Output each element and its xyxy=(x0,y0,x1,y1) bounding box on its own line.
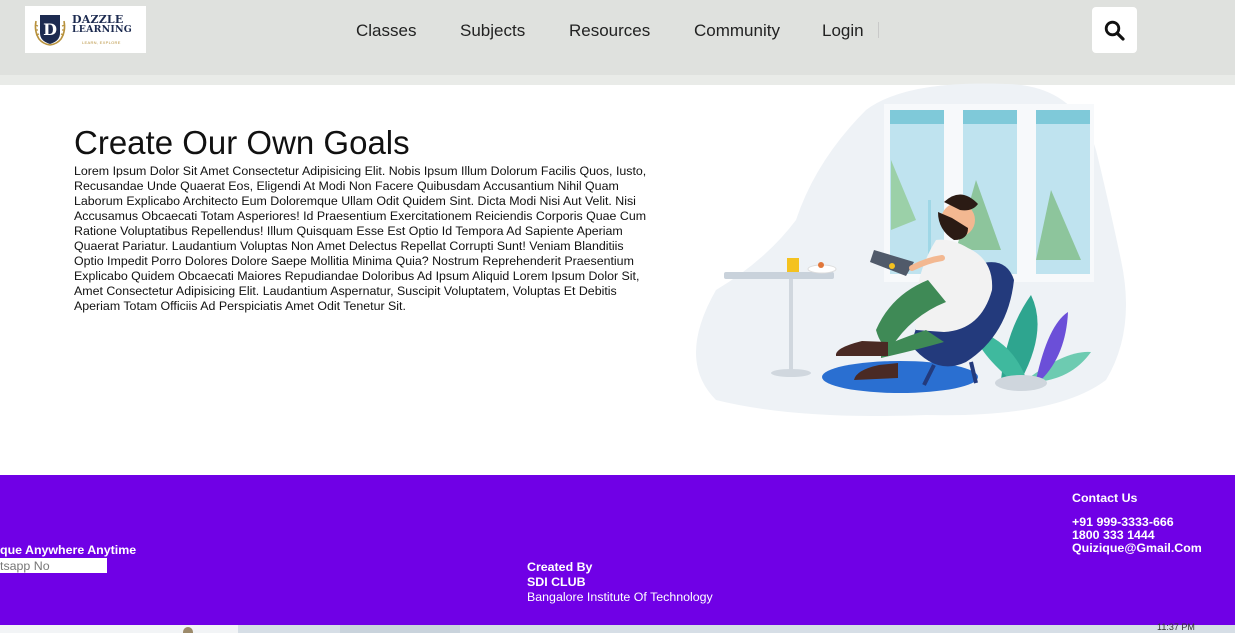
taskbar-search-area[interactable] xyxy=(0,625,238,633)
nav-divider xyxy=(878,22,879,38)
institute-name: Bangalore Institute Of Technology xyxy=(527,590,713,604)
top-navbar: D DAZZLE LEARNING LEARN, EXPLORE Classes… xyxy=(0,0,1235,75)
taskbar-app-group[interactable] xyxy=(340,625,460,633)
nav-classes[interactable]: Classes xyxy=(356,21,416,41)
footer-contact: Contact Us +91 999-3333-666 1800 333 144… xyxy=(1072,492,1202,555)
page: D DAZZLE LEARNING LEARN, EXPLORE Classes… xyxy=(0,0,1235,633)
nav-subjects[interactable]: Subjects xyxy=(460,21,525,41)
nav-resources[interactable]: Resources xyxy=(569,21,650,41)
contact-heading: Contact Us xyxy=(1072,491,1138,505)
search-icon xyxy=(1104,20,1125,41)
site-footer: que Anywhere Anytime Created By SDI CLUB… xyxy=(0,475,1235,625)
search-button[interactable] xyxy=(1092,7,1137,53)
contact-email[interactable]: Quizique@Gmail.Com xyxy=(1072,542,1202,555)
taskbar-app-icon[interactable] xyxy=(183,627,193,633)
site-logo[interactable]: D DAZZLE LEARNING LEARN, EXPLORE xyxy=(25,6,146,53)
club-name: SDI CLUB xyxy=(527,575,586,589)
os-taskbar: 11:37 PM xyxy=(0,622,1235,633)
hero-illustration xyxy=(696,83,1126,416)
logo-wordmark: DAZZLE LEARNING xyxy=(72,14,142,35)
logo-emblem-icon: D xyxy=(34,15,66,46)
nav-community[interactable]: Community xyxy=(694,21,780,41)
whatsapp-number-input[interactable] xyxy=(0,558,107,573)
taskbar-clock[interactable]: 11:37 PM xyxy=(1157,622,1195,632)
nav-login[interactable]: Login xyxy=(822,21,864,41)
logo-title-line2: LEARNING xyxy=(72,24,132,35)
created-by-label: Created By xyxy=(527,560,593,574)
footer-credits: Created By SDI CLUB Bangalore Institute … xyxy=(527,560,713,605)
hero-description: Lorem Ipsum Dolor Sit Amet Consectetur A… xyxy=(74,164,647,313)
footer-tagline: que Anywhere Anytime xyxy=(0,543,137,557)
svg-text:D: D xyxy=(43,20,57,39)
hero-title: Create Our Own Goals xyxy=(74,124,410,161)
logo-tagline: LEARN, EXPLORE xyxy=(82,40,121,45)
